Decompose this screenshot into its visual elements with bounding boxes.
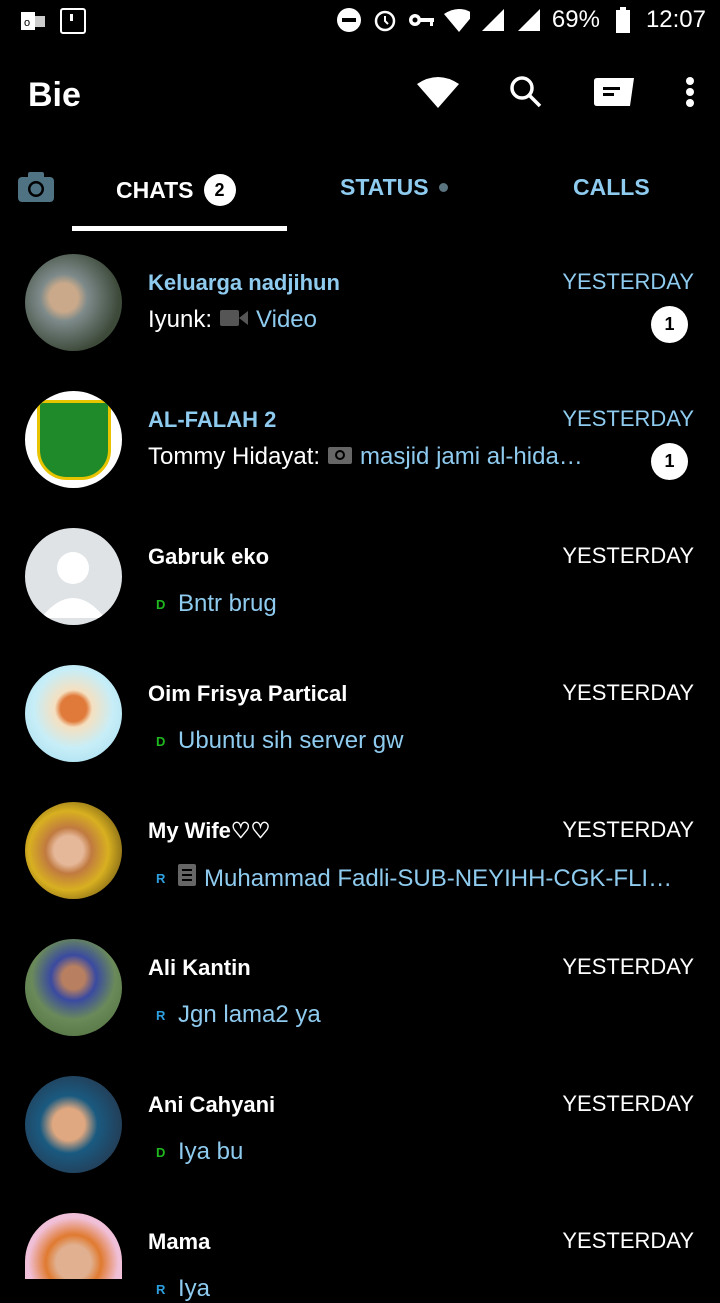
wifi-icon (443, 7, 470, 33)
outlook-icon: o (20, 8, 46, 34)
chat-row[interactable]: Ani Cahyani YESTERDAY D Iya bu (0, 1076, 720, 1213)
new-status-dot (438, 183, 448, 192)
chat-time: YESTERDAY (562, 954, 694, 979)
chat-name: AL-FALAH 2 (148, 407, 277, 432)
chat-time: YESTERDAY (562, 680, 694, 705)
chat-name: Oim Frisya Partical (148, 681, 348, 706)
chat-row[interactable]: My Wife♡♡ YESTERDAY R Muhammad Fadli-SUB-… (0, 802, 720, 939)
alarm-icon (372, 7, 398, 33)
avatar (25, 665, 122, 762)
avatar (25, 802, 122, 899)
active-tab-indicator (72, 226, 287, 231)
message-preview: Ubuntu sih server gw (178, 727, 404, 754)
tab-label: CHATS (116, 176, 194, 203)
tab-chats[interactable]: CHATS 2 (116, 174, 236, 206)
chat-time: YESTERDAY (562, 817, 694, 842)
message-preview: Video (256, 306, 317, 333)
svg-text:o: o (24, 17, 30, 29)
unread-chats-badge: 2 (203, 174, 236, 206)
chat-row[interactable]: Mama YESTERDAY R Iya (0, 1213, 720, 1302)
chat-name: My Wife♡♡ (148, 818, 271, 843)
dnd-icon (336, 7, 362, 33)
chat-row[interactable]: Ali Kantin YESTERDAY R Jgn lama2 ya (0, 939, 720, 1076)
chat-time: YESTERDAY (562, 406, 694, 431)
app-title: Bie (28, 76, 81, 114)
tab-label: STATUS (340, 174, 429, 200)
sender: Tommy Hidayat: (148, 443, 321, 470)
chat-time: YESTERDAY (562, 1228, 694, 1253)
avatar (25, 1213, 122, 1279)
notification-icon (60, 8, 86, 34)
camera-icon[interactable] (18, 172, 54, 207)
message-preview: Bntr brug (178, 590, 277, 617)
video-icon (220, 306, 249, 334)
chat-row[interactable]: Gabruk eko YESTERDAY D Bntr brug (0, 528, 720, 665)
chat-name: Mama (148, 1229, 211, 1254)
chat-name: Ali Kantin (148, 955, 251, 980)
delivered-indicator: D (156, 596, 166, 612)
clock: 12:07 (645, 6, 706, 33)
chat-row[interactable]: Oim Frisya Partical YESTERDAY D Ubuntu si… (0, 665, 720, 802)
vpn-key-icon (408, 7, 434, 33)
document-icon (178, 864, 196, 893)
chat-row[interactable]: AL-FALAH 2 YESTERDAY Tommy Hidayat: masji… (0, 391, 720, 528)
tab-bar: CHATS 2 STATUS CALLS (0, 144, 720, 231)
photo-icon (328, 443, 353, 471)
message-preview: Iya (178, 1275, 211, 1302)
chat-list: Keluarga nadjihun YESTERDAY Iyunk: Video … (0, 230, 720, 1302)
avatar (25, 939, 122, 1036)
sender: Iyunk: (148, 306, 213, 333)
chat-name: Ani Cahyani (148, 1092, 276, 1117)
avatar (25, 391, 122, 488)
chat-row[interactable]: Keluarga nadjihun YESTERDAY Iyunk: Video … (0, 254, 720, 391)
tab-status[interactable]: STATUS (340, 174, 448, 201)
unread-badge: 1 (651, 306, 688, 343)
message-preview: Jgn lama2 ya (178, 1001, 321, 1028)
message-preview: Iya bu (178, 1138, 244, 1165)
read-indicator: R (156, 871, 166, 886)
more-icon[interactable] (680, 70, 700, 114)
chat-time: YESTERDAY (562, 543, 694, 568)
tab-calls[interactable]: CALLS (573, 174, 650, 201)
read-indicator: R (156, 1007, 166, 1023)
battery-percent: 69% (551, 6, 600, 33)
delivered-indicator: D (156, 1144, 166, 1160)
chat-name: Gabruk eko (148, 544, 270, 569)
message-preview: Muhammad Fadli-SUB-NEYIHH-CGK-FLIGHT_… (204, 864, 674, 892)
message-preview: masjid jami al-hida… (360, 443, 583, 470)
status-bar: o 69% 12:07 (0, 0, 720, 44)
battery-icon (610, 7, 636, 33)
avatar (25, 254, 122, 351)
chat-name: Keluarga nadjihun (148, 270, 340, 295)
unread-badge: 1 (651, 443, 688, 480)
avatar (25, 1076, 122, 1173)
wifi-icon[interactable] (416, 70, 460, 114)
read-indicator: R (156, 1281, 166, 1297)
delivered-indicator: D (156, 733, 166, 749)
tab-label: CALLS (573, 174, 650, 200)
chat-time: YESTERDAY (562, 269, 694, 294)
chat-time: YESTERDAY (562, 1091, 694, 1116)
avatar (25, 528, 122, 625)
app-bar: Bie (0, 44, 720, 144)
new-chat-icon[interactable] (592, 70, 636, 114)
signal-icon (480, 7, 506, 33)
search-icon[interactable] (504, 70, 548, 114)
signal-icon (516, 7, 542, 33)
